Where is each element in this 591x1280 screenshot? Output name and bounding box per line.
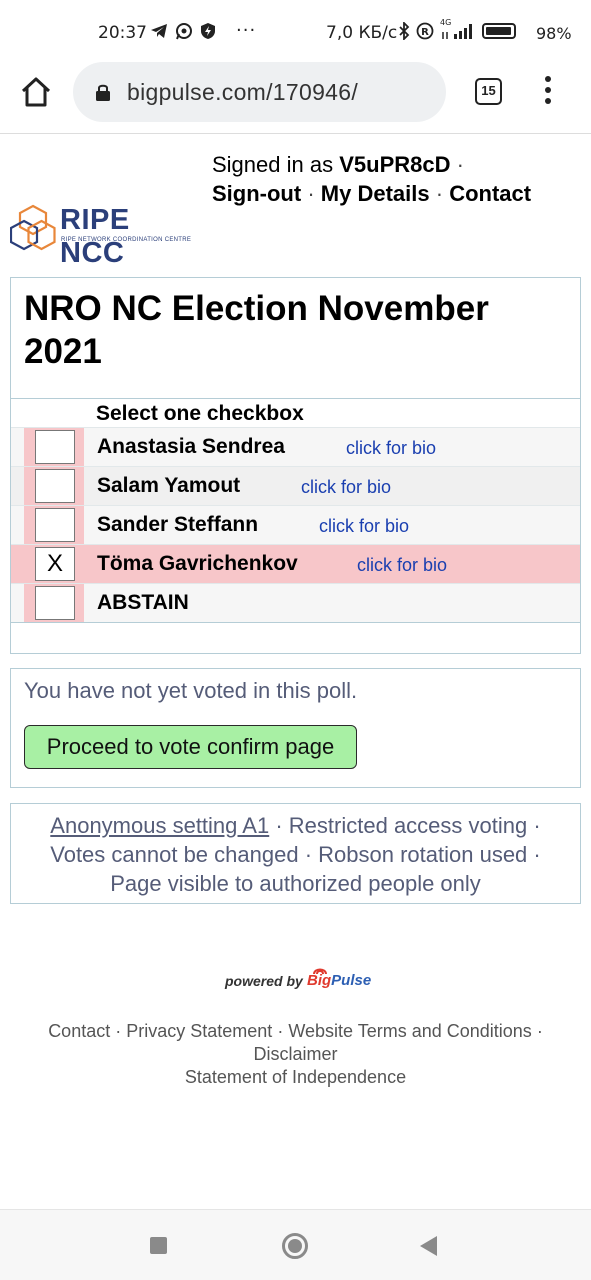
bio-link[interactable]: click for bio bbox=[346, 438, 436, 459]
telegram-icon bbox=[151, 24, 167, 38]
separator: · bbox=[304, 842, 319, 867]
candidate-name: ABSTAIN bbox=[97, 591, 189, 614]
robson-rotation-text: Robson rotation used bbox=[318, 842, 528, 867]
poll-settings: Anonymous setting A1 · Restricted access… bbox=[10, 803, 581, 904]
candidate-name: Sander Steffann bbox=[97, 513, 259, 536]
candidate-checkbox-checked[interactable]: X bbox=[35, 547, 75, 581]
footer-contact-link[interactable]: Contact bbox=[48, 1021, 110, 1041]
my-details-link[interactable]: My Details bbox=[321, 181, 430, 206]
checkbox-cell bbox=[24, 506, 84, 544]
brand-pulse: Pulse bbox=[331, 972, 372, 989]
back-button[interactable] bbox=[420, 1236, 437, 1256]
terms-link[interactable]: Website Terms and Conditions bbox=[288, 1021, 531, 1041]
contact-link[interactable]: Contact bbox=[449, 181, 531, 206]
instruction-text: Select one checkbox bbox=[96, 402, 304, 425]
separator: · bbox=[533, 813, 541, 838]
separator: · bbox=[533, 842, 541, 867]
home-icon[interactable] bbox=[20, 76, 52, 108]
separator: · bbox=[275, 813, 289, 838]
candidate-row[interactable]: Sander Steffann click for bio bbox=[11, 505, 580, 544]
restricted-access-text: Restricted access voting bbox=[288, 813, 528, 838]
checkbox-cell bbox=[24, 467, 84, 505]
candidate-checkbox[interactable] bbox=[35, 430, 75, 464]
candidate-row-abstain[interactable]: ABSTAIN bbox=[11, 583, 580, 622]
ripe-ncc-logo: RIPE NCC RIPE NETWORK COORDINATION CENTR… bbox=[10, 204, 200, 269]
independence-link[interactable]: Statement of Independence bbox=[185, 1067, 406, 1087]
candidate-checkbox[interactable] bbox=[35, 586, 75, 620]
instruction-row: Select one checkbox bbox=[11, 399, 580, 427]
network-speed: 7,0 КБ/с bbox=[326, 23, 398, 43]
checkbox-cell bbox=[24, 428, 84, 466]
candidate-name: Salam Yamout bbox=[97, 474, 241, 497]
address-bar[interactable]: bigpulse.com/170946/ bbox=[73, 62, 446, 122]
ripe-cube-icon bbox=[10, 204, 56, 251]
tab-switcher-button[interactable]: 15 bbox=[475, 78, 502, 105]
battery-icon bbox=[482, 23, 516, 39]
home-button[interactable] bbox=[282, 1233, 308, 1259]
overflow-menu-icon[interactable] bbox=[538, 76, 558, 108]
recents-button[interactable] bbox=[150, 1237, 167, 1254]
bio-link[interactable]: click for bio bbox=[301, 477, 391, 498]
svg-text:R: R bbox=[421, 27, 429, 38]
url-text: bigpulse.com/170946/ bbox=[127, 79, 359, 105]
candidate-checkbox[interactable] bbox=[35, 508, 75, 542]
candidate-row-selected[interactable]: X Töma Gavrichenkov click for bio bbox=[11, 544, 580, 583]
separator: · bbox=[435, 181, 444, 206]
candidate-name: Anastasia Sendrea bbox=[97, 435, 285, 458]
whatsapp-icon bbox=[176, 23, 192, 40]
separator: · bbox=[115, 1021, 127, 1041]
page-footer: Contact · Privacy Statement · Website Te… bbox=[0, 1020, 591, 1089]
logo-subtitle: RIPE NETWORK COORDINATION CENTRE bbox=[61, 237, 192, 243]
candidate-list: Select one checkbox Anastasia Sendrea cl… bbox=[11, 398, 580, 652]
username: V5uPR8cD bbox=[339, 152, 451, 177]
separator: · bbox=[456, 152, 464, 177]
candidate-row[interactable]: Anastasia Sendrea click for bio bbox=[11, 427, 580, 466]
status-bar: 20:37 ··· 7,0 КБ/с R 4G 98% bbox=[0, 0, 591, 66]
candidate-row[interactable]: Salam Yamout click for bio bbox=[11, 466, 580, 505]
signed-in-info: Signed in as V5uPR8cD · Sign-out · My De… bbox=[212, 150, 531, 208]
bio-link[interactable]: click for bio bbox=[319, 516, 409, 537]
shield-icon bbox=[201, 23, 215, 39]
checkbox-cell bbox=[24, 584, 84, 622]
system-icons: R 4G bbox=[398, 18, 516, 40]
separator: · bbox=[307, 181, 315, 206]
proceed-button[interactable]: Proceed to vote confirm page bbox=[24, 725, 357, 769]
status-time: 20:37 bbox=[98, 23, 147, 43]
privacy-statement-link[interactable]: Privacy Statement bbox=[126, 1021, 272, 1041]
powered-by-label: powered by bbox=[225, 973, 303, 989]
bio-link[interactable]: click for bio bbox=[357, 555, 447, 576]
cannot-change-text: Votes cannot be changed bbox=[50, 842, 299, 867]
separator: · bbox=[277, 1021, 289, 1041]
more-notifications-icon: ··· bbox=[236, 20, 257, 41]
bluetooth-icon bbox=[399, 22, 410, 40]
vote-status-box: You have not yet voted in this poll. Pro… bbox=[10, 668, 581, 788]
disclaimer-link[interactable]: Disclaimer bbox=[253, 1044, 337, 1064]
signal-icon: 4G bbox=[440, 18, 476, 40]
battery-percent: 98% bbox=[536, 24, 572, 43]
system-nav-bar bbox=[0, 1209, 591, 1280]
vote-status-text: You have not yet voted in this poll. bbox=[24, 678, 358, 703]
lock-icon bbox=[96, 84, 110, 101]
browser-toolbar: bigpulse.com/170946/ 15 bbox=[0, 60, 591, 134]
candidate-name: Töma Gavrichenkov bbox=[97, 552, 298, 575]
election-title: NRO NC Election November 2021 bbox=[24, 289, 489, 371]
candidate-checkbox[interactable] bbox=[35, 469, 75, 503]
separator: · bbox=[536, 1021, 543, 1041]
bigpulse-brand: BigPulse bbox=[307, 972, 371, 989]
anonymous-setting-link[interactable]: Anonymous setting A1 bbox=[50, 813, 269, 838]
list-footer bbox=[11, 622, 580, 652]
sign-out-link[interactable]: Sign-out bbox=[212, 181, 301, 206]
notification-icons bbox=[150, 22, 216, 40]
registered-icon: R bbox=[416, 22, 434, 40]
brand-big: Big bbox=[307, 972, 332, 989]
signed-in-label: Signed in as bbox=[212, 152, 334, 177]
ballot-box: NRO NC Election November 2021 Select one… bbox=[10, 277, 581, 654]
checkbox-cell: X bbox=[24, 545, 84, 583]
visibility-text: Page visible to authorized people only bbox=[110, 871, 481, 896]
